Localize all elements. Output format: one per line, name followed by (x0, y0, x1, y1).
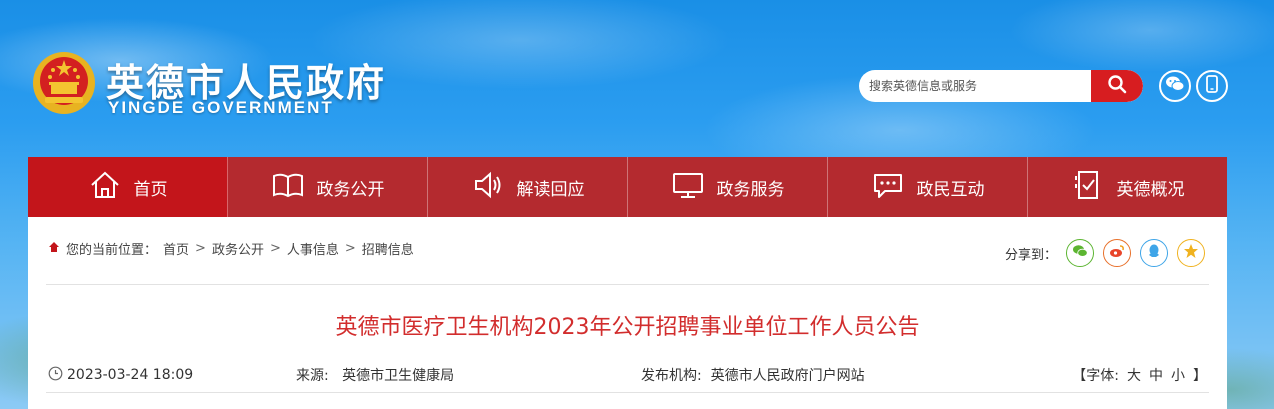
home-marker-icon (48, 241, 60, 257)
search-input[interactable] (859, 70, 1091, 102)
breadcrumb-personnel[interactable]: 人事信息 (287, 239, 339, 258)
breadcrumb-separator: > (344, 241, 356, 256)
source-label: 来源: (296, 368, 329, 384)
nav-item-label: 政务服务 (716, 179, 785, 200)
wechat-icon (1072, 244, 1088, 262)
wechat-icon (1165, 75, 1185, 97)
qq-icon (1147, 243, 1161, 263)
speaker-icon (471, 168, 505, 207)
article-title: 英德市医疗卫生机构2023年公开招聘事业单位工作人员公告 (335, 315, 920, 340)
article-publisher: 发布机构: 英德市人民政府门户网站 (641, 365, 1072, 385)
share-qzone-button[interactable] (1177, 239, 1205, 267)
nav-item-label: 政民互动 (916, 179, 985, 200)
share-wechat-button[interactable] (1066, 239, 1094, 267)
share-label: 分享到： (1004, 247, 1057, 263)
font-size-selector: 【字体: 大 中 小 】 (1072, 365, 1207, 385)
nav-item-overview[interactable]: 英德概况 (1028, 157, 1227, 217)
publisher-label: 发布机构: (641, 368, 702, 384)
article-date-text: 2023-03-24 18:09 (67, 367, 194, 383)
font-size-small[interactable]: 小 (1171, 365, 1185, 385)
home-icon (88, 168, 122, 207)
nav-item-label: 解读回应 (516, 179, 585, 200)
breadcrumb-home[interactable]: 首页 (163, 239, 189, 258)
wechat-button[interactable] (1159, 70, 1191, 102)
site-subtitle: YINGDE GOVERNMENT (108, 98, 334, 117)
monitor-icon (671, 168, 705, 207)
article-date: 2023-03-24 18:09 (48, 366, 296, 385)
search-bar (859, 70, 1143, 102)
weibo-icon (1109, 244, 1125, 262)
font-size-large[interactable]: 大 (1127, 365, 1141, 385)
breadcrumb-separator: > (195, 241, 206, 256)
source-value: 英德市卫生健康局 (342, 368, 455, 384)
divider (46, 284, 1209, 285)
breadcrumb: 您的当前位置： 首页 > 政务公开 > 人事信息 > 招聘信息 (48, 239, 414, 258)
breadcrumb-separator: > (269, 241, 281, 256)
search-button[interactable] (1091, 70, 1143, 102)
search-icon (1107, 74, 1127, 98)
nav-item-label: 英德概况 (1116, 179, 1185, 200)
font-size-label: 【字体: (1072, 368, 1119, 384)
star-icon (1183, 243, 1199, 263)
mobile-button[interactable] (1196, 70, 1228, 102)
share-bar: 分享到： (1005, 239, 1205, 267)
article-source: 来源: 英德市卫生健康局 (296, 365, 641, 385)
breadcrumb-prefix: 您的当前位置： (66, 243, 158, 258)
divider (46, 392, 1209, 393)
share-qq-button[interactable] (1140, 239, 1168, 267)
content-panel: 您的当前位置： 首页 > 政务公开 > 人事信息 > 招聘信息 分享到： 英德市… (28, 217, 1227, 409)
share-weibo-button[interactable] (1103, 239, 1131, 267)
publisher-value: 英德市人民政府门户网站 (710, 368, 865, 384)
breadcrumb-gov-affairs[interactable]: 政务公开 (212, 239, 264, 258)
main-nav: 首页 政务公开 解读回应 政务服务 政民互动 英德概况 (28, 157, 1227, 217)
checklist-icon (1071, 168, 1105, 207)
nav-item-home[interactable]: 首页 (28, 157, 228, 217)
book-icon (271, 168, 305, 207)
nav-item-interaction[interactable]: 政民互动 (828, 157, 1028, 217)
font-size-medium[interactable]: 中 (1149, 365, 1163, 385)
article-meta: 2023-03-24 18:09 来源: 英德市卫生健康局 发布机构: 英德市人… (48, 365, 1207, 385)
nav-item-label: 首页 (133, 179, 168, 200)
nav-item-label: 政务公开 (316, 179, 385, 200)
chat-bubble-icon (871, 168, 905, 207)
clock-icon (48, 366, 63, 385)
nav-item-interpretation[interactable]: 解读回应 (428, 157, 628, 217)
font-size-close: 】 (1193, 368, 1207, 384)
national-emblem-icon (31, 50, 97, 116)
breadcrumb-recruitment[interactable]: 招聘信息 (362, 239, 414, 258)
nav-item-services[interactable]: 政务服务 (628, 157, 828, 217)
nav-item-gov-affairs[interactable]: 政务公开 (228, 157, 428, 217)
mobile-icon (1206, 75, 1218, 97)
